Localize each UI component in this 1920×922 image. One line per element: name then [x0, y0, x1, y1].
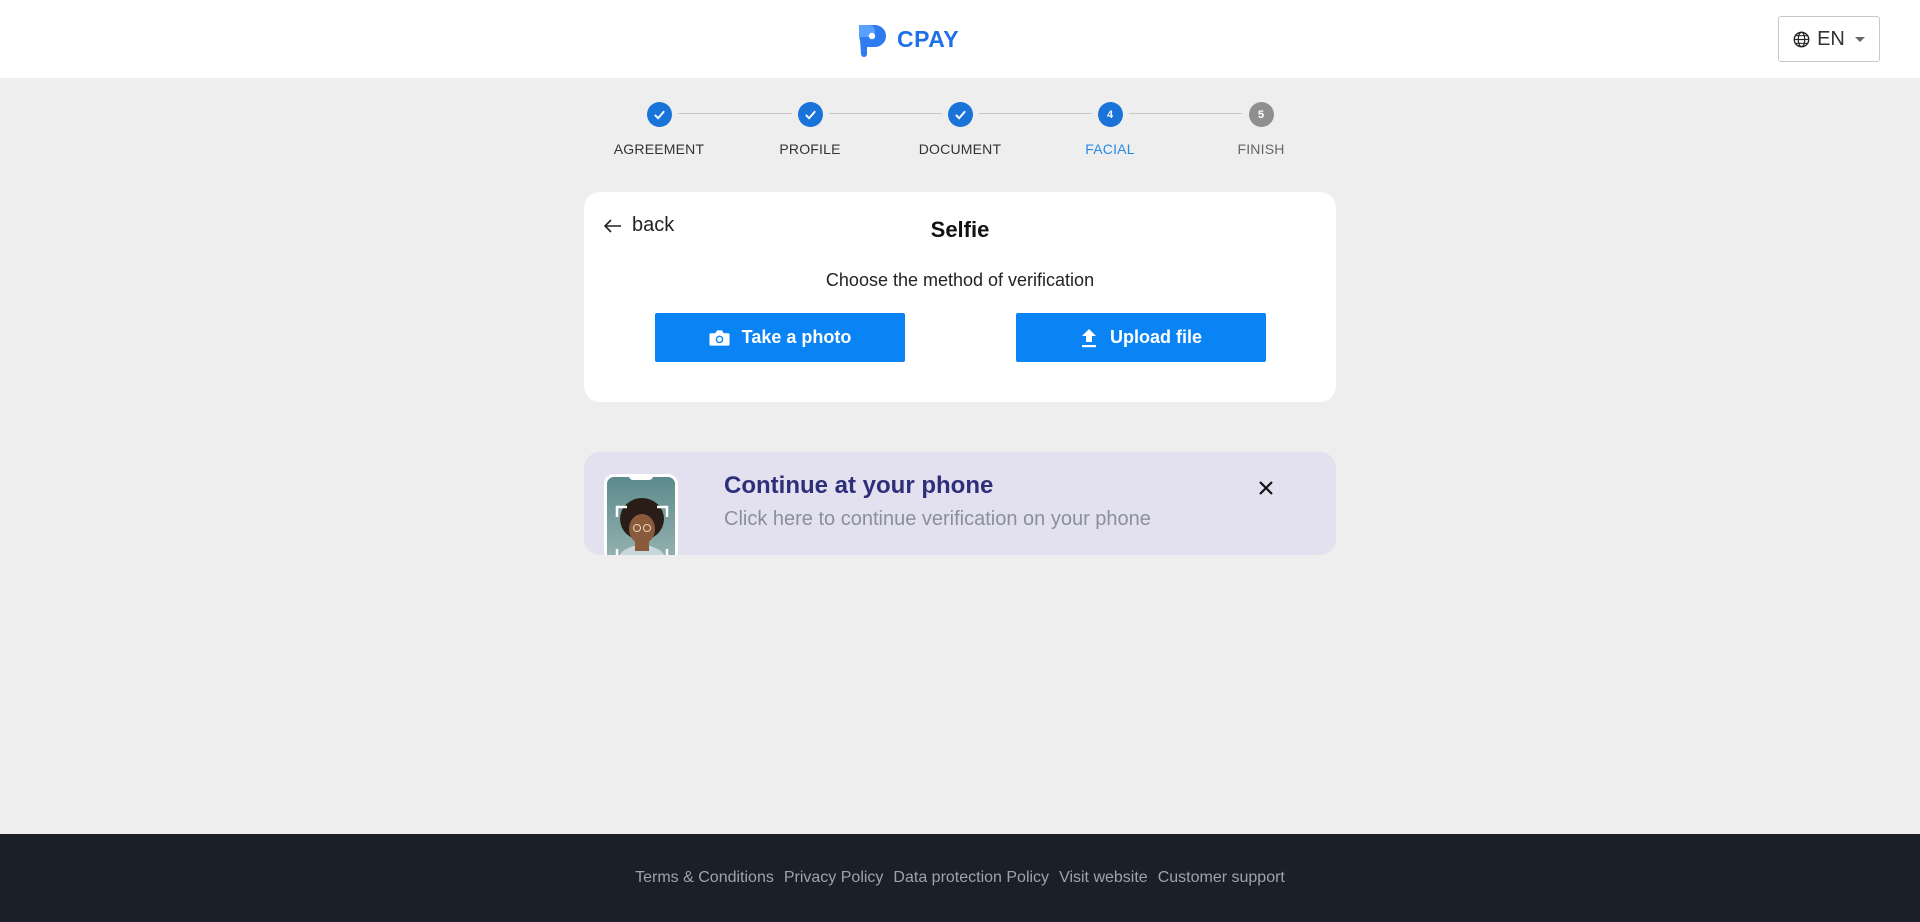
language-value: EN — [1817, 27, 1845, 50]
step-number: 4 — [1097, 102, 1123, 127]
step-facial: 4 FACIAL — [1035, 100, 1185, 157]
globe-icon — [1793, 31, 1810, 47]
selfie-card: back Selfie Choose the method of verific… — [584, 192, 1336, 402]
step-label: FINISH — [1237, 141, 1285, 157]
step-label: DOCUMENT — [918, 141, 1002, 157]
page-title: Selfie — [930, 217, 990, 242]
language-selector[interactable]: EN — [1778, 16, 1880, 62]
progress-stepper: AGREEMENT PROFILE DOCUMENT 4 FACIAL 5 FI… — [0, 100, 1920, 170]
selfie-portrait-icon — [615, 498, 669, 555]
footer: Terms & Conditions Privacy Policy Data p… — [0, 834, 1920, 922]
upload-file-label: Upload file — [1109, 327, 1202, 347]
banner-subtitle: Click here to continue verification on y… — [724, 508, 1151, 530]
check-icon — [646, 102, 672, 127]
continue-on-phone-banner[interactable]: Continue at your phone Click here to con… — [584, 452, 1336, 555]
step-agreement: AGREEMENT — [584, 100, 734, 157]
footer-link-visit-website[interactable]: Visit website — [1059, 869, 1148, 887]
footer-link-terms[interactable]: Terms & Conditions — [635, 869, 774, 887]
step-finish: 5 FINISH — [1186, 100, 1336, 157]
banner-title: Continue at your phone — [724, 472, 994, 499]
phone-selfie-image — [604, 474, 678, 555]
step-label: FACIAL — [1085, 141, 1135, 157]
close-icon[interactable] — [1254, 476, 1278, 500]
step-document: DOCUMENT — [885, 100, 1035, 157]
brand-name: CPAY — [897, 25, 960, 52]
card-subtitle: Choose the method of verification — [825, 270, 1095, 290]
step-number: 5 — [1248, 102, 1274, 127]
upload-icon — [1081, 328, 1096, 347]
footer-link-data-protection[interactable]: Data protection Policy — [893, 869, 1049, 887]
check-icon — [797, 102, 823, 127]
step-profile: PROFILE — [735, 100, 885, 157]
header: CPAY EN — [0, 0, 1920, 78]
cpay-logo-icon — [859, 25, 886, 57]
step-label: PROFILE — [779, 141, 841, 157]
step-label: AGREEMENT — [613, 141, 705, 157]
chevron-down-icon — [1854, 36, 1865, 42]
upload-file-button[interactable]: Upload file — [1016, 313, 1266, 362]
take-photo-label: Take a photo — [741, 327, 852, 347]
check-icon — [947, 102, 973, 127]
footer-link-customer-support[interactable]: Customer support — [1158, 869, 1285, 887]
camera-icon — [709, 329, 730, 346]
brand-logo[interactable]: CPAY — [853, 20, 959, 58]
footer-link-privacy[interactable]: Privacy Policy — [784, 869, 884, 887]
take-photo-button[interactable]: Take a photo — [655, 313, 905, 362]
